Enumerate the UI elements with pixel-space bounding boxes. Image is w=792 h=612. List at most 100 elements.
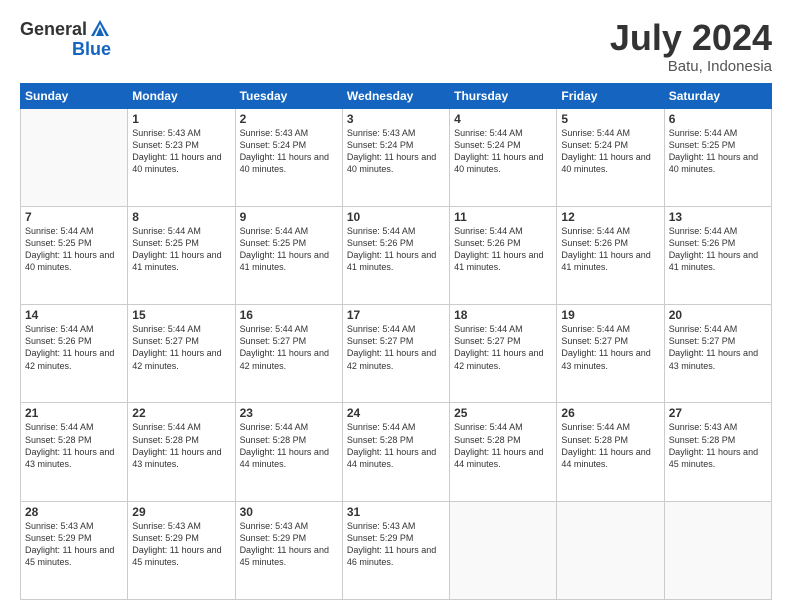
col-header-tuesday: Tuesday — [235, 83, 342, 108]
day-number: 29 — [132, 505, 230, 519]
day-info: Sunrise: 5:44 AM Sunset: 5:28 PM Dayligh… — [132, 421, 230, 470]
day-cell: 3Sunrise: 5:43 AM Sunset: 5:24 PM Daylig… — [342, 108, 449, 206]
day-cell — [21, 108, 128, 206]
logo-general-text: General — [20, 20, 87, 38]
day-number: 21 — [25, 406, 123, 420]
day-cell: 6Sunrise: 5:44 AM Sunset: 5:25 PM Daylig… — [664, 108, 771, 206]
day-number: 17 — [347, 308, 445, 322]
day-info: Sunrise: 5:43 AM Sunset: 5:29 PM Dayligh… — [240, 520, 338, 569]
day-info: Sunrise: 5:44 AM Sunset: 5:27 PM Dayligh… — [669, 323, 767, 372]
day-cell: 30Sunrise: 5:43 AM Sunset: 5:29 PM Dayli… — [235, 501, 342, 599]
day-info: Sunrise: 5:44 AM Sunset: 5:24 PM Dayligh… — [561, 127, 659, 176]
day-number: 7 — [25, 210, 123, 224]
week-row-2: 7Sunrise: 5:44 AM Sunset: 5:25 PM Daylig… — [21, 206, 772, 304]
day-number: 13 — [669, 210, 767, 224]
column-header-row: SundayMondayTuesdayWednesdayThursdayFrid… — [21, 83, 772, 108]
day-cell: 23Sunrise: 5:44 AM Sunset: 5:28 PM Dayli… — [235, 403, 342, 501]
day-cell: 26Sunrise: 5:44 AM Sunset: 5:28 PM Dayli… — [557, 403, 664, 501]
day-info: Sunrise: 5:43 AM Sunset: 5:29 PM Dayligh… — [25, 520, 123, 569]
day-cell: 11Sunrise: 5:44 AM Sunset: 5:26 PM Dayli… — [450, 206, 557, 304]
day-number: 14 — [25, 308, 123, 322]
day-cell: 2Sunrise: 5:43 AM Sunset: 5:24 PM Daylig… — [235, 108, 342, 206]
day-cell: 15Sunrise: 5:44 AM Sunset: 5:27 PM Dayli… — [128, 305, 235, 403]
day-cell: 9Sunrise: 5:44 AM Sunset: 5:25 PM Daylig… — [235, 206, 342, 304]
week-row-5: 28Sunrise: 5:43 AM Sunset: 5:29 PM Dayli… — [21, 501, 772, 599]
col-header-sunday: Sunday — [21, 83, 128, 108]
day-info: Sunrise: 5:44 AM Sunset: 5:27 PM Dayligh… — [132, 323, 230, 372]
day-number: 19 — [561, 308, 659, 322]
day-number: 27 — [669, 406, 767, 420]
day-info: Sunrise: 5:44 AM Sunset: 5:27 PM Dayligh… — [561, 323, 659, 372]
day-info: Sunrise: 5:43 AM Sunset: 5:23 PM Dayligh… — [132, 127, 230, 176]
logo-blue-text: Blue — [72, 40, 111, 58]
day-number: 23 — [240, 406, 338, 420]
day-cell: 28Sunrise: 5:43 AM Sunset: 5:29 PM Dayli… — [21, 501, 128, 599]
day-number: 1 — [132, 112, 230, 126]
col-header-friday: Friday — [557, 83, 664, 108]
day-cell: 1Sunrise: 5:43 AM Sunset: 5:23 PM Daylig… — [128, 108, 235, 206]
day-number: 12 — [561, 210, 659, 224]
day-info: Sunrise: 5:44 AM Sunset: 5:24 PM Dayligh… — [454, 127, 552, 176]
day-cell: 10Sunrise: 5:44 AM Sunset: 5:26 PM Dayli… — [342, 206, 449, 304]
day-number: 22 — [132, 406, 230, 420]
day-cell — [664, 501, 771, 599]
day-info: Sunrise: 5:44 AM Sunset: 5:26 PM Dayligh… — [561, 225, 659, 274]
day-number: 2 — [240, 112, 338, 126]
month-year: July 2024 — [610, 18, 772, 58]
day-number: 6 — [669, 112, 767, 126]
day-number: 11 — [454, 210, 552, 224]
day-cell: 29Sunrise: 5:43 AM Sunset: 5:29 PM Dayli… — [128, 501, 235, 599]
day-info: Sunrise: 5:44 AM Sunset: 5:25 PM Dayligh… — [132, 225, 230, 274]
day-info: Sunrise: 5:44 AM Sunset: 5:27 PM Dayligh… — [240, 323, 338, 372]
day-cell — [450, 501, 557, 599]
day-info: Sunrise: 5:44 AM Sunset: 5:25 PM Dayligh… — [25, 225, 123, 274]
day-number: 25 — [454, 406, 552, 420]
day-cell: 31Sunrise: 5:43 AM Sunset: 5:29 PM Dayli… — [342, 501, 449, 599]
col-header-monday: Monday — [128, 83, 235, 108]
day-info: Sunrise: 5:44 AM Sunset: 5:28 PM Dayligh… — [347, 421, 445, 470]
day-number: 30 — [240, 505, 338, 519]
day-info: Sunrise: 5:44 AM Sunset: 5:28 PM Dayligh… — [240, 421, 338, 470]
day-number: 16 — [240, 308, 338, 322]
col-header-wednesday: Wednesday — [342, 83, 449, 108]
day-number: 10 — [347, 210, 445, 224]
day-info: Sunrise: 5:44 AM Sunset: 5:26 PM Dayligh… — [454, 225, 552, 274]
week-row-1: 1Sunrise: 5:43 AM Sunset: 5:23 PM Daylig… — [21, 108, 772, 206]
day-cell: 14Sunrise: 5:44 AM Sunset: 5:26 PM Dayli… — [21, 305, 128, 403]
week-row-3: 14Sunrise: 5:44 AM Sunset: 5:26 PM Dayli… — [21, 305, 772, 403]
logo: General Blue — [20, 18, 111, 58]
col-header-thursday: Thursday — [450, 83, 557, 108]
day-info: Sunrise: 5:44 AM Sunset: 5:25 PM Dayligh… — [669, 127, 767, 176]
day-number: 3 — [347, 112, 445, 126]
title-block: July 2024 Batu, Indonesia — [610, 18, 772, 75]
day-number: 31 — [347, 505, 445, 519]
day-cell: 7Sunrise: 5:44 AM Sunset: 5:25 PM Daylig… — [21, 206, 128, 304]
day-info: Sunrise: 5:43 AM Sunset: 5:29 PM Dayligh… — [132, 520, 230, 569]
logo-icon — [89, 18, 111, 40]
day-number: 26 — [561, 406, 659, 420]
page: General Blue July 2024 Batu, Indonesia S… — [0, 0, 792, 612]
day-cell: 21Sunrise: 5:44 AM Sunset: 5:28 PM Dayli… — [21, 403, 128, 501]
day-cell: 13Sunrise: 5:44 AM Sunset: 5:26 PM Dayli… — [664, 206, 771, 304]
day-info: Sunrise: 5:44 AM Sunset: 5:27 PM Dayligh… — [347, 323, 445, 372]
day-info: Sunrise: 5:43 AM Sunset: 5:29 PM Dayligh… — [347, 520, 445, 569]
day-cell: 20Sunrise: 5:44 AM Sunset: 5:27 PM Dayli… — [664, 305, 771, 403]
day-number: 20 — [669, 308, 767, 322]
day-number: 15 — [132, 308, 230, 322]
day-cell — [557, 501, 664, 599]
day-info: Sunrise: 5:44 AM Sunset: 5:28 PM Dayligh… — [454, 421, 552, 470]
day-info: Sunrise: 5:44 AM Sunset: 5:25 PM Dayligh… — [240, 225, 338, 274]
day-cell: 19Sunrise: 5:44 AM Sunset: 5:27 PM Dayli… — [557, 305, 664, 403]
day-info: Sunrise: 5:44 AM Sunset: 5:26 PM Dayligh… — [347, 225, 445, 274]
day-number: 9 — [240, 210, 338, 224]
calendar-table: SundayMondayTuesdayWednesdayThursdayFrid… — [20, 83, 772, 600]
day-cell: 12Sunrise: 5:44 AM Sunset: 5:26 PM Dayli… — [557, 206, 664, 304]
day-cell: 22Sunrise: 5:44 AM Sunset: 5:28 PM Dayli… — [128, 403, 235, 501]
day-cell: 4Sunrise: 5:44 AM Sunset: 5:24 PM Daylig… — [450, 108, 557, 206]
col-header-saturday: Saturday — [664, 83, 771, 108]
day-info: Sunrise: 5:44 AM Sunset: 5:27 PM Dayligh… — [454, 323, 552, 372]
day-number: 24 — [347, 406, 445, 420]
location: Batu, Indonesia — [610, 58, 772, 75]
day-number: 5 — [561, 112, 659, 126]
day-info: Sunrise: 5:43 AM Sunset: 5:24 PM Dayligh… — [240, 127, 338, 176]
